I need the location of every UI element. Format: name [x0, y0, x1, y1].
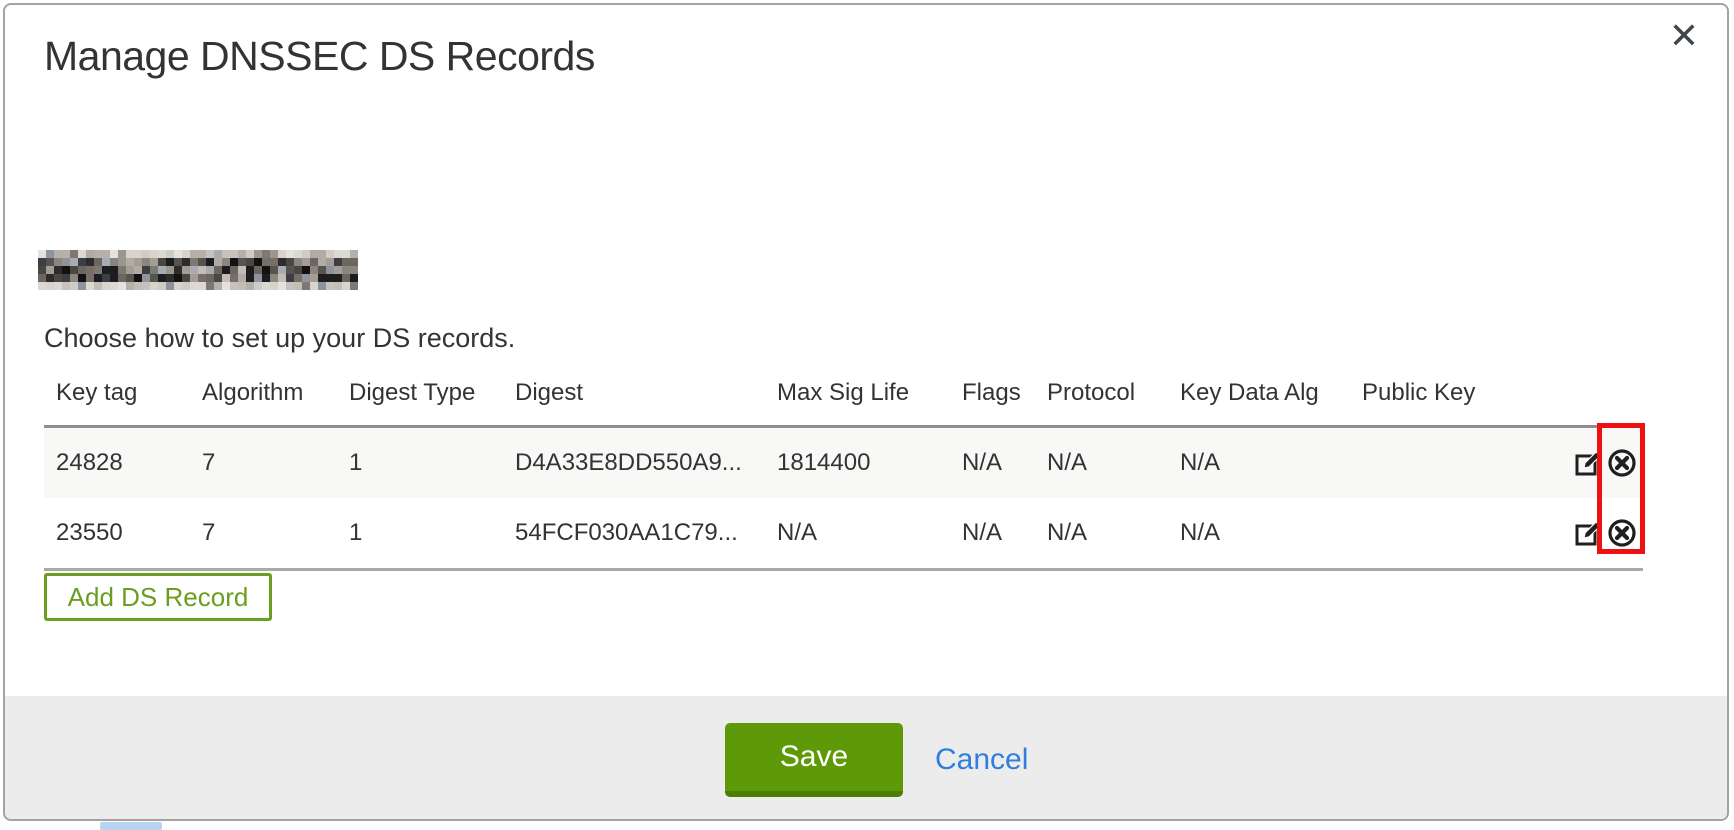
cell-key-data-alg: N/A	[1168, 427, 1350, 499]
dialog-footer: Save Cancel	[5, 696, 1727, 819]
cell-flags: N/A	[950, 427, 1035, 499]
cell-digest: 54FCF030AA1C79...	[503, 498, 765, 570]
cell-actions	[1570, 427, 1643, 499]
cell-actions	[1570, 498, 1643, 570]
edit-record-button[interactable]	[1574, 519, 1602, 547]
col-header-max-sig-life: Max Sig Life	[765, 365, 950, 427]
delete-icon	[1607, 448, 1637, 478]
cell-protocol: N/A	[1035, 498, 1168, 570]
add-ds-record-button[interactable]: Add DS Record	[44, 573, 272, 621]
manage-dnssec-dialog: Manage DNSSEC DS Records ✕ Choose how to…	[3, 3, 1729, 821]
cell-key-tag: 24828	[44, 427, 190, 499]
domain-name-redacted	[38, 250, 358, 290]
instruction-text: Choose how to set up your DS records.	[44, 323, 515, 354]
cell-key-tag: 23550	[44, 498, 190, 570]
col-header-flags: Flags	[950, 365, 1035, 427]
close-icon[interactable]: ✕	[1669, 19, 1699, 55]
page-background: Manage DNSSEC DS Records ✕ Choose how to…	[0, 0, 1734, 830]
delete-icon	[1607, 518, 1637, 548]
cell-algorithm: 7	[190, 498, 337, 570]
edit-icon	[1574, 519, 1602, 547]
col-header-public-key: Public Key	[1350, 365, 1570, 427]
save-button[interactable]: Save	[725, 723, 903, 797]
cell-public-key	[1350, 427, 1570, 499]
cell-digest: D4A33E8DD550A9...	[503, 427, 765, 499]
cell-digest-type: 1	[337, 427, 503, 499]
delete-record-button[interactable]	[1607, 448, 1637, 478]
background-page-fragment	[100, 822, 162, 830]
col-header-key-tag: Key tag	[44, 365, 190, 427]
ds-records-table: Key tag Algorithm Digest Type Digest Max…	[44, 365, 1643, 571]
dialog-title: Manage DNSSEC DS Records	[44, 33, 595, 80]
col-header-digest-type: Digest Type	[337, 365, 503, 427]
cell-public-key	[1350, 498, 1570, 570]
cell-key-data-alg: N/A	[1168, 498, 1350, 570]
col-header-key-data-alg: Key Data Alg	[1168, 365, 1350, 427]
edit-record-button[interactable]	[1574, 449, 1602, 477]
cell-digest-type: 1	[337, 498, 503, 570]
col-header-actions	[1570, 365, 1643, 427]
col-header-protocol: Protocol	[1035, 365, 1168, 427]
table-header-row: Key tag Algorithm Digest Type Digest Max…	[44, 365, 1643, 427]
cell-algorithm: 7	[190, 427, 337, 499]
cell-protocol: N/A	[1035, 427, 1168, 499]
cell-flags: N/A	[950, 498, 1035, 570]
edit-icon	[1574, 449, 1602, 477]
delete-record-button[interactable]	[1607, 518, 1637, 548]
cell-max-sig-life: N/A	[765, 498, 950, 570]
table-row: 23550 7 1 54FCF030AA1C79... N/A N/A N/A …	[44, 498, 1643, 570]
cell-max-sig-life: 1814400	[765, 427, 950, 499]
table-row: 24828 7 1 D4A33E8DD550A9... 1814400 N/A …	[44, 427, 1643, 499]
col-header-digest: Digest	[503, 365, 765, 427]
col-header-algorithm: Algorithm	[190, 365, 337, 427]
cancel-link[interactable]: Cancel	[935, 723, 1028, 797]
